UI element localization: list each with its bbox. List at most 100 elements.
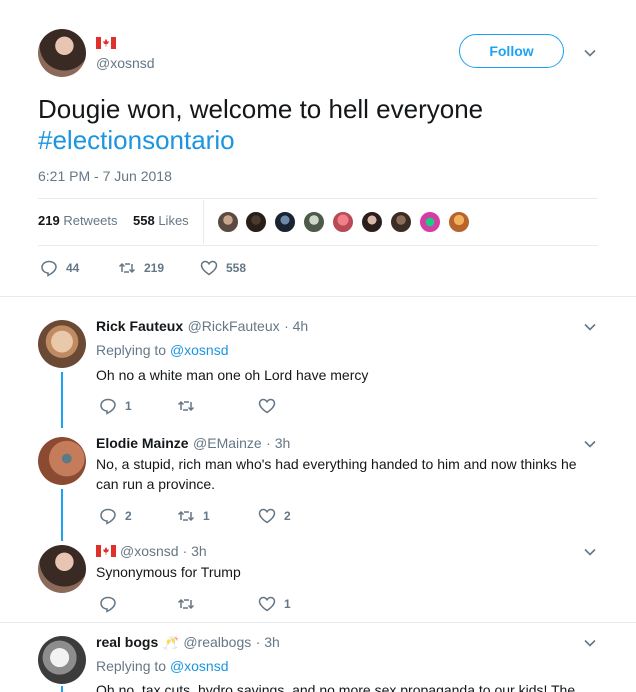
reply-author-name[interactable]: Elodie Mainze xyxy=(96,435,189,451)
retweet-icon xyxy=(177,400,195,412)
reply-avatar[interactable] xyxy=(38,545,86,593)
flag-emoji xyxy=(96,545,116,557)
reply-text: Oh no, tax cuts, hydro savings, and no m… xyxy=(96,682,576,692)
reply-action[interactable]: 1 xyxy=(99,397,132,415)
reply-icon xyxy=(100,398,116,415)
reply-icon xyxy=(100,508,116,525)
reply-author-name[interactable]: Rick Fauteux xyxy=(96,318,183,334)
replying-to: Replying to @xosnsd xyxy=(96,342,229,358)
stats-divider-top xyxy=(38,198,598,199)
thread-line xyxy=(61,489,63,541)
reply-avatar[interactable] xyxy=(38,320,86,368)
like-action[interactable]: 558 xyxy=(200,259,246,277)
reply-icon xyxy=(100,596,116,613)
reply-author-name[interactable]: real bogs xyxy=(96,634,158,650)
stats-separator xyxy=(203,200,204,244)
reply-action[interactable]: 44 xyxy=(40,259,79,277)
thread-line xyxy=(61,686,63,692)
follow-button-label: Follow xyxy=(489,43,534,59)
retweet-count: 1 xyxy=(203,509,210,523)
liker-avatar[interactable] xyxy=(447,210,471,234)
tweet-text: Dougie won, welcome to hell everyone xyxy=(38,94,484,124)
retweet-action[interactable]: 1 xyxy=(177,507,210,525)
liker-avatar[interactable] xyxy=(244,210,268,234)
tweet-hashtag[interactable]: #electionsontario xyxy=(38,124,235,156)
reply-count: 1 xyxy=(125,399,132,413)
reply-text: Oh no a white man one oh Lord have mercy xyxy=(96,367,369,383)
reply-header: Rick Fauteux @RickFauteux · 4h xyxy=(96,318,308,336)
reply-action[interactable]: 2 xyxy=(99,507,132,525)
retweet-icon xyxy=(177,598,195,610)
replying-to-handle[interactable]: @xosnsd xyxy=(170,658,229,674)
stats-divider-bottom xyxy=(38,245,598,246)
like-action[interactable]: 2 xyxy=(258,507,291,525)
reply-text-line1: No, a stupid, rich man who's had everyth… xyxy=(96,456,577,472)
reply-header: real bogs 🥂 @realbogs · 3h xyxy=(96,634,280,652)
reply-text-line2: can run a province. xyxy=(96,476,216,492)
reply-author-handle[interactable]: @EMainze xyxy=(193,435,262,451)
heart-icon xyxy=(200,260,218,276)
like-count: 2 xyxy=(284,509,291,523)
retweet-icon xyxy=(177,510,195,522)
liker-avatar[interactable] xyxy=(418,210,442,234)
liker-avatar[interactable] xyxy=(302,210,326,234)
replies-divider xyxy=(0,296,636,297)
retweets-count: 219 xyxy=(38,213,60,228)
reply-time[interactable]: · 3h xyxy=(256,634,280,650)
retweet-icon xyxy=(118,262,136,274)
heart-icon xyxy=(258,508,276,524)
conversation-divider xyxy=(0,622,636,623)
thread-line xyxy=(61,372,63,428)
author-avatar[interactable] xyxy=(38,29,86,77)
chevron-down-icon[interactable] xyxy=(583,437,597,451)
reply-count: 44 xyxy=(66,261,80,275)
reply-avatar[interactable] xyxy=(38,437,86,485)
retweet-action[interactable] xyxy=(177,595,203,613)
likes-stat[interactable]: 558 Likes xyxy=(133,213,189,228)
reply-text: Synonymous for Trump xyxy=(96,564,241,580)
like-count: 1 xyxy=(284,597,291,611)
heart-icon xyxy=(258,596,276,612)
reply-time[interactable]: · 3h xyxy=(266,435,290,451)
reply-header: @xosnsd · 3h xyxy=(96,543,207,559)
reply-author-handle[interactable]: @xosnsd xyxy=(120,543,179,559)
follow-button[interactable]: Follow xyxy=(459,34,564,68)
replying-to-prefix: Replying to xyxy=(96,658,167,674)
clinking-glasses-emoji: 🥂 xyxy=(162,635,179,650)
retweet-action[interactable]: 219 xyxy=(118,259,164,277)
retweets-stat[interactable]: 219 Retweets xyxy=(38,213,118,228)
liker-avatar[interactable] xyxy=(216,210,240,234)
chevron-down-icon[interactable] xyxy=(583,46,597,60)
retweets-label: Retweets xyxy=(63,213,118,228)
likes-count: 558 xyxy=(133,213,155,228)
reply-time[interactable]: · 3h xyxy=(183,543,207,559)
liker-avatar[interactable] xyxy=(331,210,355,234)
reply-author-handle[interactable]: @realbogs xyxy=(183,634,251,650)
reply-icon xyxy=(41,260,57,277)
reply-author-handle[interactable]: @RickFauteux xyxy=(188,318,280,334)
reply-count: 2 xyxy=(125,509,132,523)
liker-avatar[interactable] xyxy=(389,210,413,234)
chevron-down-icon[interactable] xyxy=(583,545,597,559)
like-action[interactable]: 1 xyxy=(258,595,291,613)
chevron-down-icon[interactable] xyxy=(583,320,597,334)
reply-header: Elodie Mainze @EMainze · 3h xyxy=(96,435,290,453)
replying-to-handle[interactable]: @xosnsd xyxy=(170,342,229,358)
reply-action[interactable] xyxy=(99,595,125,613)
replying-to: Replying to @xosnsd xyxy=(96,658,229,674)
retweet-action[interactable] xyxy=(177,397,203,415)
liker-avatar[interactable] xyxy=(360,210,384,234)
reply-avatar[interactable] xyxy=(38,636,86,684)
replying-to-prefix: Replying to xyxy=(96,342,167,358)
author-flag-emoji xyxy=(96,34,116,52)
like-action[interactable] xyxy=(258,397,284,415)
heart-icon xyxy=(258,398,276,414)
like-count: 558 xyxy=(226,261,247,275)
reply-time[interactable]: · 4h xyxy=(284,318,308,334)
chevron-down-icon[interactable] xyxy=(583,636,597,650)
retweet-count: 219 xyxy=(144,261,165,275)
likes-label: Likes xyxy=(158,213,189,228)
author-handle[interactable]: @xosnsd xyxy=(96,55,155,71)
liker-avatar[interactable] xyxy=(273,210,297,234)
tweet-timestamp[interactable]: 6:21 PM - 7 Jun 2018 xyxy=(38,168,172,184)
